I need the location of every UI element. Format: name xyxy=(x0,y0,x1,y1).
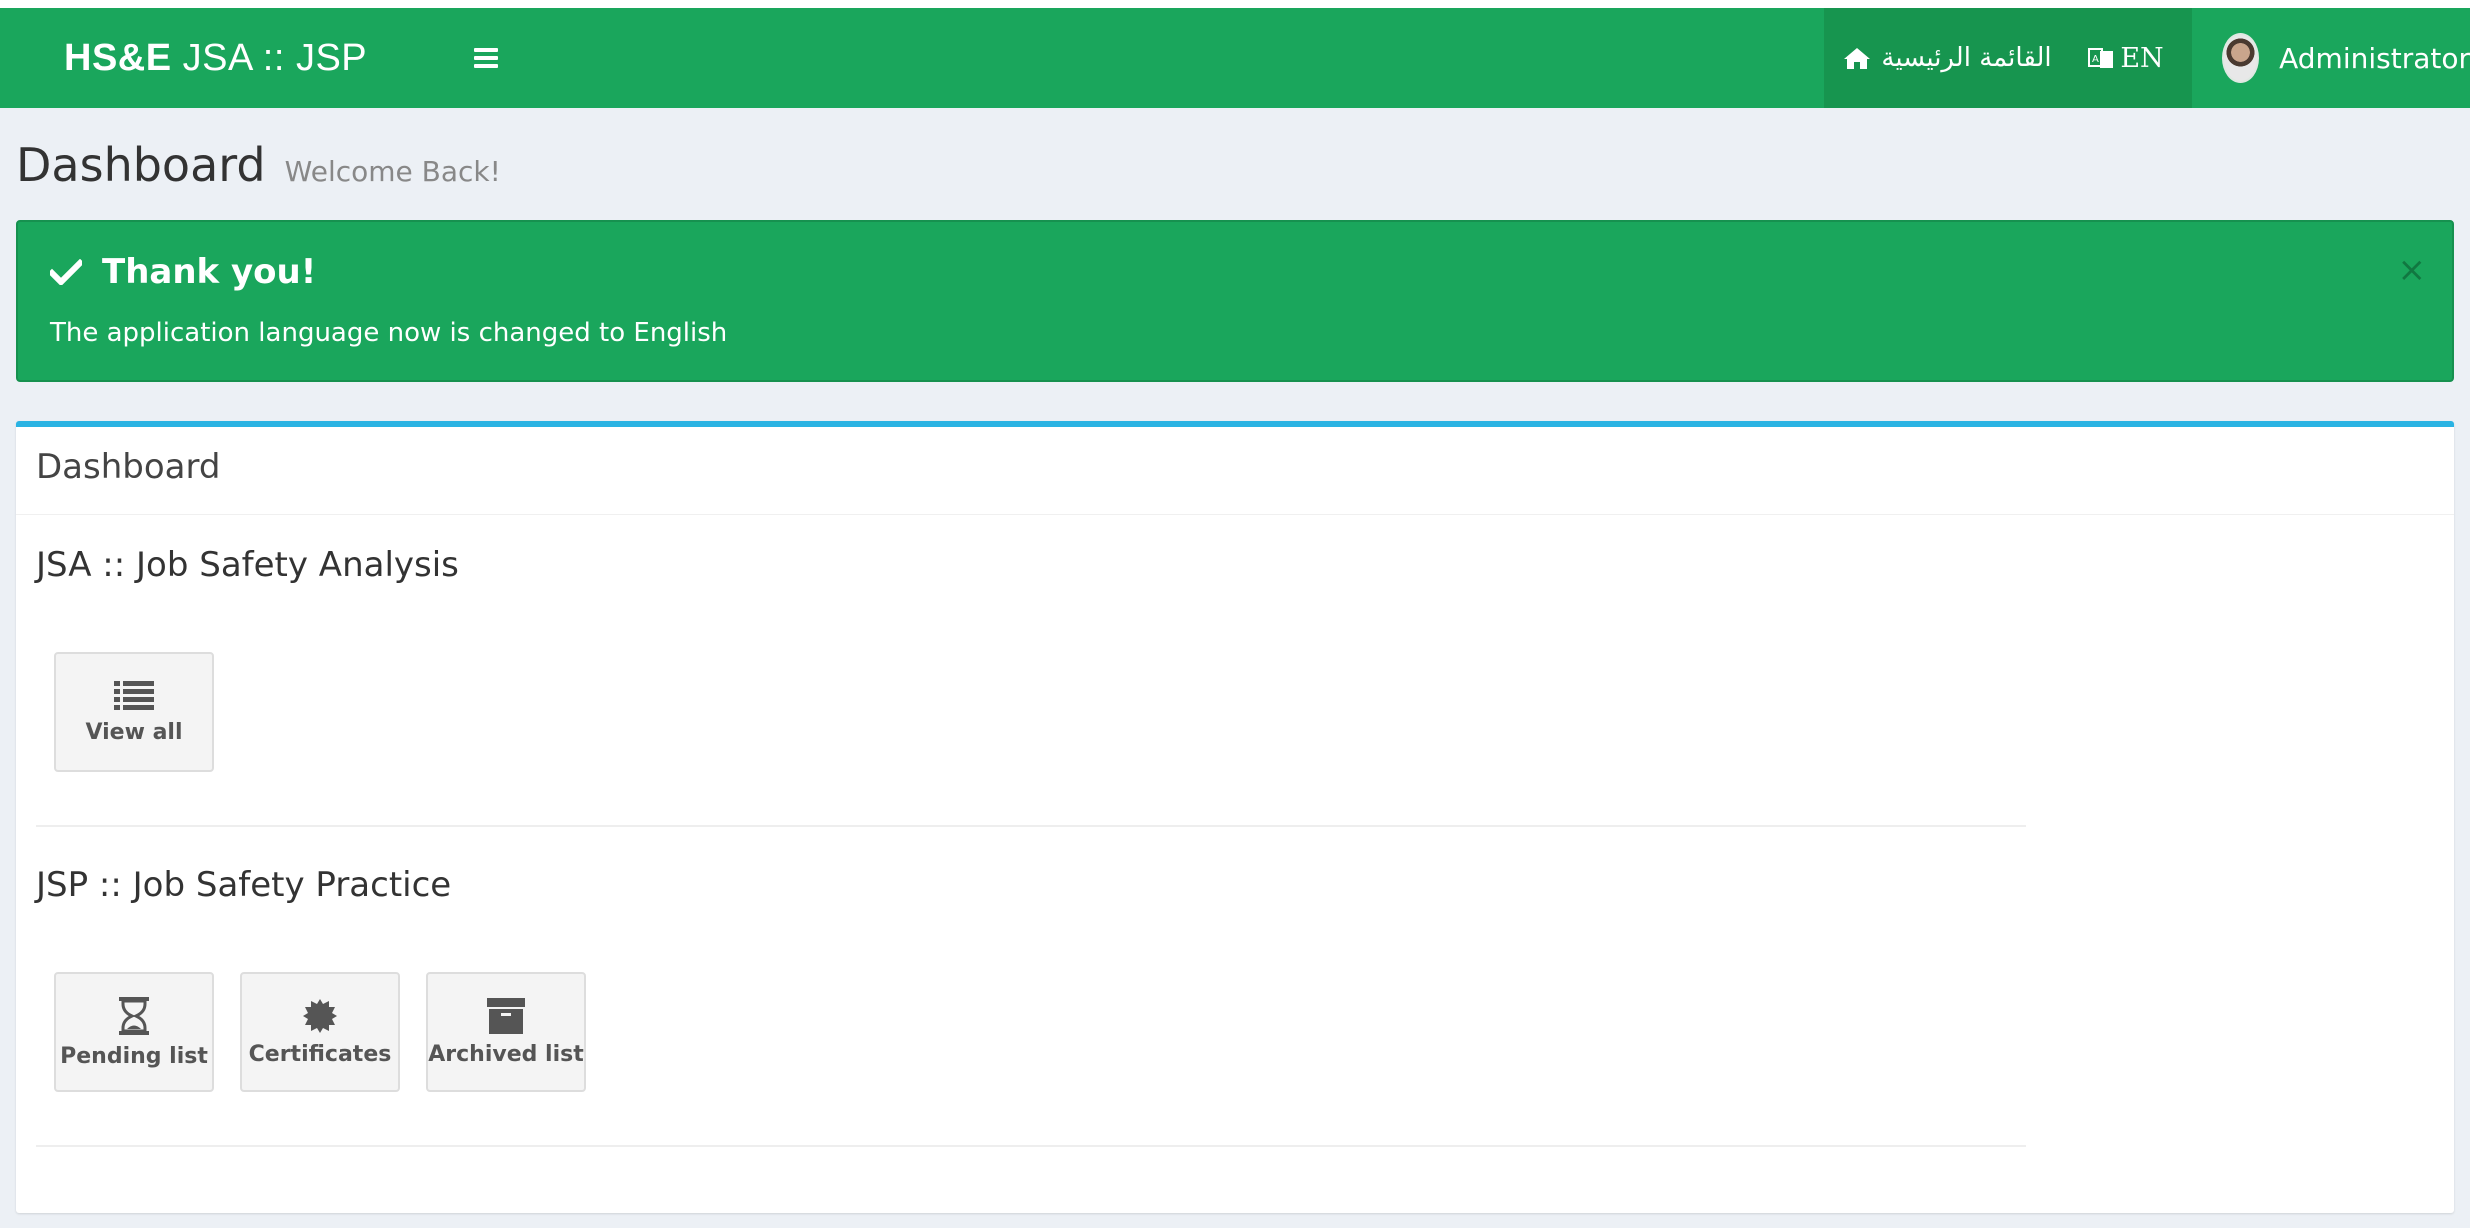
tile-label: Pending list xyxy=(60,1043,208,1069)
svg-text:A: A xyxy=(2092,54,2099,65)
alert-title-text: Thank you! xyxy=(102,252,317,292)
language-icon: A xyxy=(2088,48,2114,68)
section-divider xyxy=(36,825,2026,827)
list-icon xyxy=(114,680,154,710)
tile-label: Certificates xyxy=(248,1041,392,1067)
check-icon xyxy=(50,259,82,285)
success-alert: Thank you! The application language now … xyxy=(16,220,2454,382)
certificates-button[interactable]: Certificates xyxy=(240,972,400,1092)
alert-title: Thank you! xyxy=(50,252,316,292)
alert-message: The application language now is changed … xyxy=(50,318,728,348)
menu-icon xyxy=(474,48,498,52)
page-title: Dashboard xyxy=(16,138,266,192)
top-strip xyxy=(0,0,2470,8)
tile-label: Archived list xyxy=(428,1041,584,1067)
sidebar-toggle-button[interactable] xyxy=(468,42,504,74)
avatar xyxy=(2222,33,2260,83)
user-name: Administrator xyxy=(2279,41,2470,75)
tile-label: View all xyxy=(85,719,183,745)
archive-icon xyxy=(487,997,525,1034)
top-navbar: HS&E JSA :: JSP القائمة الرئيسية A EN Ad… xyxy=(0,8,2470,108)
close-icon[interactable]: × xyxy=(2398,250,2427,290)
pending-list-button[interactable]: Pending list xyxy=(54,972,214,1092)
box-title: Dashboard xyxy=(16,427,2454,515)
brand-bold: HS&E xyxy=(64,37,172,79)
hourglass-icon xyxy=(119,996,149,1035)
certificate-icon xyxy=(303,998,337,1033)
view-all-button[interactable]: View all xyxy=(54,652,214,772)
section-title-jsp: JSP :: Job Safety Practice xyxy=(36,865,452,905)
section-divider xyxy=(36,1145,2026,1147)
content-header: Dashboard Welcome Back! xyxy=(16,138,501,192)
archived-list-button[interactable]: Archived list xyxy=(426,972,586,1092)
section-title-jsa: JSA :: Job Safety Analysis xyxy=(36,545,459,585)
user-menu[interactable]: Administrator xyxy=(2192,8,2470,108)
dashboard-box: Dashboard JSA :: Job Safety Analysis Vie… xyxy=(16,421,2454,1213)
home-icon xyxy=(1844,48,1871,69)
home-menu-label: القائمة الرئيسية xyxy=(1881,43,2052,73)
page-subtitle: Welcome Back! xyxy=(284,155,501,188)
app-logo[interactable]: HS&E JSA :: JSP xyxy=(64,8,367,108)
language-switch[interactable]: A EN xyxy=(2060,8,2192,108)
language-label: EN xyxy=(2120,42,2164,74)
brand-light: JSA :: JSP xyxy=(182,37,368,79)
